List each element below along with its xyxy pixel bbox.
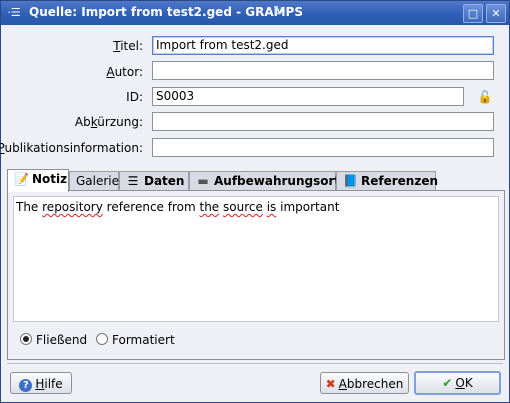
button-separator <box>7 363 503 364</box>
cancel-icon: ✖ <box>325 377 336 391</box>
maximize-button[interactable]: □ <box>463 4 483 23</box>
tab-bar: 📝 Notiz Galerie ☰ Daten ▬ Aufbewahrungsorte… <box>7 169 503 192</box>
id-field[interactable] <box>152 87 464 106</box>
autor-field[interactable] <box>152 61 494 80</box>
references-book-icon: 📘 <box>343 174 358 188</box>
publikation-field[interactable] <box>152 138 494 157</box>
title-bar[interactable]: ·☰ Quelle: Import from test2.ged - GRAMP… <box>1 1 509 25</box>
titel-label: Titel: <box>113 39 143 53</box>
close-button[interactable]: ✕ <box>486 4 506 23</box>
cancel-button[interactable]: ✖ Abbrechen <box>320 372 409 394</box>
tab-daten[interactable]: ☰ Daten <box>119 171 189 191</box>
publikation-label: Publikationsinformation: <box>0 141 143 155</box>
tab-notiz[interactable]: 📝 Notiz <box>7 169 69 192</box>
note-edit-icon: 📝 <box>14 172 29 186</box>
autor-label: Autor: <box>106 65 143 79</box>
gramps-source-dialog: ·☰ Quelle: Import from test2.ged - GRAMP… <box>0 0 510 403</box>
tab-aufbewahrungsorte[interactable]: ▬ Aufbewahrungsorte <box>189 171 348 191</box>
abkuerzung-field[interactable] <box>152 112 494 131</box>
radio-dot-selected <box>20 333 32 345</box>
app-swirl-icon: ↻ <box>273 4 284 19</box>
ok-check-icon: ✔ <box>442 376 453 390</box>
note-tab-panel: The repository reference from the source… <box>7 190 505 360</box>
tab-galerie[interactable]: Galerie <box>69 171 119 191</box>
radio-formatiert[interactable]: Formatiert <box>96 332 175 348</box>
note-text-area[interactable]: The repository reference from the source… <box>13 196 499 322</box>
titel-field[interactable] <box>152 36 494 55</box>
ok-button[interactable]: ✔ OK <box>414 371 501 395</box>
id-label: ID: <box>126 90 143 104</box>
window-title: Quelle: Import from test2.ged - GRAMPS <box>29 5 303 19</box>
unlock-icon[interactable]: 🔓 <box>477 89 493 105</box>
radio-fliessend[interactable]: Fließend <box>20 332 87 348</box>
radio-dot <box>96 333 108 345</box>
help-icon: ? <box>19 379 33 392</box>
repository-icon: ▬ <box>197 174 209 188</box>
abkuerzung-label: Abkürzung: <box>74 115 143 129</box>
data-list-icon: ☰ <box>127 174 139 188</box>
help-button[interactable]: ? Hilfe <box>10 372 72 394</box>
window-menu-icon[interactable]: ·☰ <box>7 6 21 20</box>
tab-referenzen[interactable]: 📘 Referenzen <box>336 171 438 191</box>
